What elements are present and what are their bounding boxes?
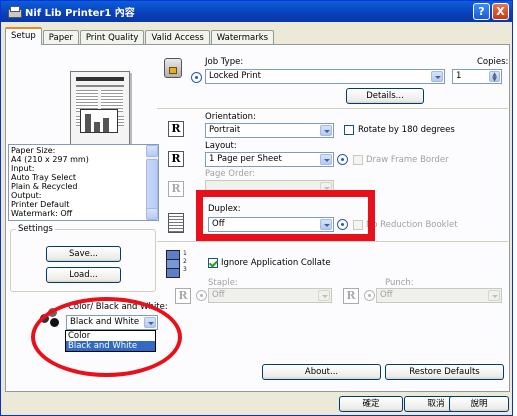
title-bar[interactable]: Nif Lib Printer1 內容 ? X: [1, 1, 512, 22]
help-button[interactable]: ?: [473, 3, 490, 20]
info-icon[interactable]: [191, 72, 202, 83]
copies-label: Copies:: [477, 57, 509, 67]
summary-list[interactable]: Paper Size: A4 (210 x 297 mm) Input: Aut…: [8, 144, 159, 221]
collate-icon: 123: [166, 250, 190, 278]
page-order-label: Page Order:: [205, 169, 256, 179]
summary-line: Input:: [11, 164, 35, 173]
info-icon[interactable]: [196, 290, 207, 301]
page-order-icon: R: [168, 181, 184, 197]
staple-value: Off: [212, 290, 225, 300]
save-button[interactable]: Save...: [46, 246, 121, 262]
chevron-down-icon[interactable]: [488, 290, 500, 301]
window-title: Nif Lib Printer1 內容: [25, 8, 135, 19]
copies-stepper[interactable]: 1 ▲ ▼: [452, 69, 502, 84]
scroll-up-icon[interactable]: [146, 145, 158, 157]
punch-select[interactable]: Off: [376, 288, 502, 303]
details-button[interactable]: Details...: [346, 88, 424, 104]
summary-line: Auto Tray Select: [11, 173, 76, 182]
info-icon[interactable]: [364, 290, 375, 301]
rotate-180-label: Rotate by 180 degrees: [358, 125, 455, 135]
info-icon[interactable]: [337, 154, 348, 165]
summary-line: Printer Default: [11, 200, 70, 209]
divider: [157, 241, 508, 242]
no-reduction-booklet-label: No Reduction Booklet: [366, 220, 458, 230]
tab-valid-access[interactable]: Valid Access: [145, 30, 210, 45]
staple-select[interactable]: Off: [208, 288, 332, 303]
preview-bars: [80, 109, 118, 133]
layout-label: Layout:: [205, 141, 237, 151]
staple-icon: R: [175, 288, 191, 304]
punch-icon: R: [343, 288, 359, 304]
highlight-rectangle: [196, 190, 375, 241]
page-preview: [70, 71, 130, 145]
ignore-collate-label: Ignore Application Collate: [221, 258, 331, 268]
job-type-value: Locked Print: [209, 71, 261, 81]
draw-frame-checkbox[interactable]: [353, 155, 363, 165]
tab-setup[interactable]: Setup: [5, 27, 42, 45]
orientation-icon: R: [168, 121, 184, 137]
tab-strip: Setup Paper Print Quality Valid Access W…: [5, 27, 275, 45]
job-type-select[interactable]: Locked Print: [205, 69, 445, 84]
job-type-icon: [164, 58, 182, 78]
orientation-label: Orientation:: [205, 112, 256, 122]
job-type-label: Job Type:: [205, 57, 244, 67]
copies-value: 1: [456, 71, 462, 81]
draw-frame-label: Draw Frame Border: [366, 155, 449, 165]
highlight-oval: [31, 297, 182, 377]
about-button[interactable]: About...: [262, 364, 381, 380]
summary-line: Watermark: Off: [11, 209, 73, 218]
chevron-down-icon[interactable]: [320, 125, 332, 136]
layout-select[interactable]: 1 Page per Sheet: [205, 152, 334, 167]
layout-value: 1 Page per Sheet: [209, 154, 282, 164]
punch-value: Off: [380, 290, 393, 300]
chevron-down-icon[interactable]: [320, 154, 332, 165]
ok-button[interactable]: 確定: [339, 396, 403, 412]
duplex-icon: [168, 213, 184, 233]
summary-line: Plain & Recycled: [11, 182, 78, 191]
printer-icon: [7, 5, 22, 18]
settings-title: Settings: [16, 224, 55, 234]
scroll-thumb[interactable]: [146, 159, 158, 215]
restore-defaults-button[interactable]: Restore Defaults: [385, 364, 504, 380]
chevron-down-icon[interactable]: [431, 71, 443, 82]
tab-paper[interactable]: Paper: [42, 30, 79, 45]
tab-print-quality[interactable]: Print Quality: [79, 30, 145, 45]
scroll-down-icon[interactable]: [146, 208, 158, 220]
tab-watermarks[interactable]: Watermarks: [210, 30, 275, 45]
ignore-collate-checkbox[interactable]: [208, 258, 218, 268]
divider: [157, 108, 508, 109]
staple-label: Staple:: [208, 278, 238, 288]
summary-line: A4 (210 x 297 mm): [11, 155, 89, 164]
chevron-down-icon[interactable]: [318, 290, 330, 301]
load-button[interactable]: Load...: [46, 267, 121, 283]
summary-line: Paper Size:: [11, 146, 56, 155]
spin-icon[interactable]: ▲ ▼: [489, 71, 500, 83]
summary-scrollbar[interactable]: [146, 145, 158, 220]
punch-label: Punch:: [385, 278, 414, 288]
orientation-value: Portrait: [209, 125, 241, 135]
help-footer-button[interactable]: 說明: [449, 396, 509, 412]
layout-icon: R: [168, 151, 184, 167]
rotate-180-checkbox[interactable]: [344, 125, 354, 135]
printer-properties-window: Nif Lib Printer1 內容 ? X Setup Paper Prin…: [0, 0, 513, 416]
orientation-select[interactable]: Portrait: [205, 123, 334, 138]
close-button[interactable]: X: [492, 3, 509, 20]
summary-line: Output:: [11, 191, 42, 200]
